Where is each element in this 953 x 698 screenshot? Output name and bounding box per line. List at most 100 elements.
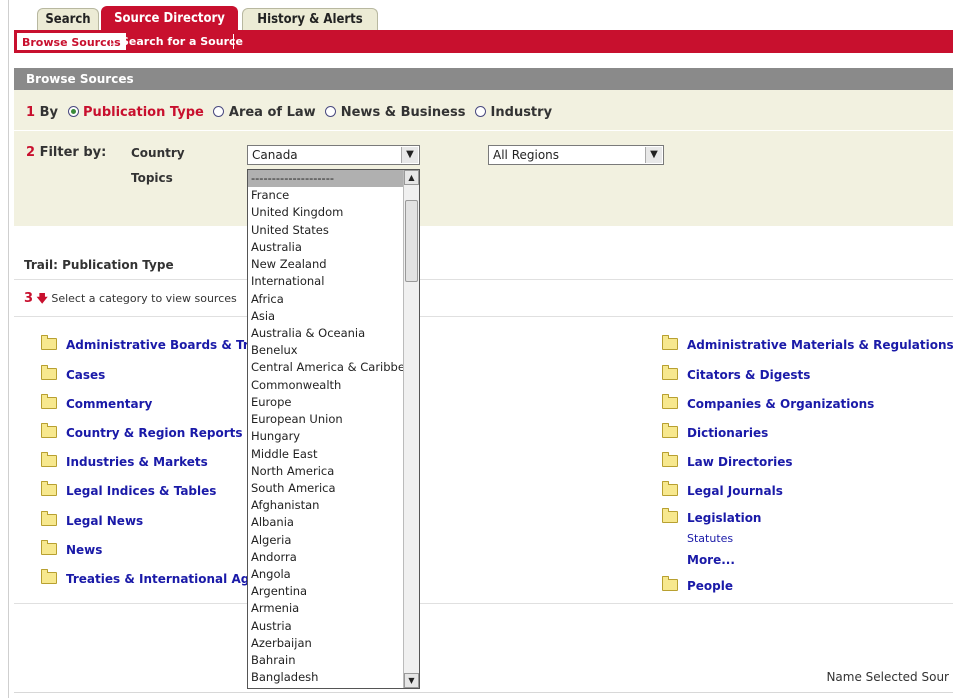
category-label[interactable]: Cases <box>66 368 105 382</box>
folder-icon <box>662 452 678 467</box>
scroll-down-icon[interactable]: ▼ <box>404 673 419 688</box>
country-option[interactable]: International <box>248 273 404 290</box>
country-option[interactable]: New Zealand <box>248 256 404 273</box>
category-link[interactable]: Legal Indices & Tables <box>41 481 216 498</box>
category-label[interactable]: Companies & Organizations <box>687 397 874 411</box>
country-option[interactable]: European Union <box>248 411 404 428</box>
country-option[interactable]: France <box>248 187 404 204</box>
category-label[interactable]: Citators & Digests <box>687 368 810 382</box>
subtab-search-for-source[interactable]: Search for a Source <box>116 32 248 51</box>
category-label[interactable]: Legislation <box>687 511 761 525</box>
country-option[interactable]: North America <box>248 463 404 480</box>
category-link[interactable]: People <box>662 576 733 593</box>
step-number: 3 <box>24 291 34 306</box>
tab-source-directory[interactable]: Source Directory <box>101 6 238 30</box>
country-option[interactable]: Central America & Caribbean <box>248 359 404 376</box>
category-label[interactable]: People <box>687 579 733 593</box>
category-link[interactable]: Legislation <box>662 508 761 525</box>
tab-search[interactable]: Search <box>37 8 99 30</box>
folder-icon <box>662 423 678 438</box>
option-area-of-law[interactable]: Area of Law <box>229 105 316 120</box>
country-option[interactable]: Azerbaijan <box>248 635 404 652</box>
country-select[interactable]: Canada ▼ <box>247 145 420 165</box>
category-label[interactable]: Commentary <box>66 397 152 411</box>
category-link[interactable]: Legal Journals <box>662 481 783 498</box>
option-news-business[interactable]: News & Business <box>341 105 466 120</box>
category-label[interactable]: News <box>66 543 102 557</box>
category-label[interactable]: Legal Indices & Tables <box>66 484 216 498</box>
category-link[interactable]: Administrative Materials & Regulations <box>662 335 953 352</box>
category-link[interactable]: Dictionaries <box>662 423 768 440</box>
country-option[interactable]: Middle East <box>248 446 404 463</box>
country-option[interactable]: Armenia <box>248 600 404 617</box>
category-link[interactable]: Industries & Markets <box>41 452 208 469</box>
category-link[interactable]: Citators & Digests <box>662 365 810 382</box>
country-option[interactable]: Africa <box>248 291 404 308</box>
category-label[interactable]: Dictionaries <box>687 426 768 440</box>
category-link[interactable]: Cases <box>41 365 105 382</box>
country-option[interactable]: Andorra <box>248 549 404 566</box>
category-label[interactable]: Law Directories <box>687 455 793 469</box>
country-dropdown-list[interactable]: -------------------- France United Kingdom… <box>247 169 420 689</box>
more-link[interactable]: More... <box>687 553 735 567</box>
country-option[interactable]: Afghanistan <box>248 497 404 514</box>
country-option[interactable]: Bahrain <box>248 652 404 669</box>
country-option[interactable]: Austria <box>248 618 404 635</box>
category-link[interactable]: Country & Region Reports <box>41 423 243 440</box>
country-option[interactable]: United States <box>248 222 404 239</box>
radio-icon[interactable] <box>325 106 337 117</box>
divider <box>14 279 953 280</box>
category-link[interactable]: Law Directories <box>662 452 793 469</box>
folder-icon <box>662 481 678 496</box>
country-option[interactable]: Australia & Oceania <box>248 325 404 342</box>
country-label: Country <box>131 146 185 160</box>
folder-icon <box>41 569 57 584</box>
country-option[interactable]: Angola <box>248 566 404 583</box>
scrollbar[interactable]: ▲ ▼ <box>403 170 419 688</box>
trail-value: Publication Type <box>62 258 174 272</box>
scrollbar-thumb[interactable] <box>405 200 418 282</box>
radio-icon[interactable] <box>475 106 487 117</box>
country-option[interactable]: -------------------- <box>248 170 404 188</box>
topics-label: Topics <box>131 171 173 185</box>
category-link[interactable]: Legal News <box>41 511 143 528</box>
category-link[interactable]: Companies & Organizations <box>662 394 874 411</box>
by-label: By <box>39 105 58 120</box>
category-link[interactable]: Commentary <box>41 394 152 411</box>
country-option[interactable]: Benelux <box>248 342 404 359</box>
category-link[interactable]: News <box>41 540 102 557</box>
radio-selected-icon[interactable] <box>67 106 79 117</box>
country-option[interactable]: Algeria <box>248 532 404 549</box>
country-option[interactable]: South America <box>248 480 404 497</box>
country-option[interactable]: Australia <box>248 239 404 256</box>
category-label[interactable]: Country & Region Reports <box>66 426 243 440</box>
folder-icon <box>41 335 57 350</box>
category-label[interactable]: Legal News <box>66 514 143 528</box>
region-select[interactable]: All Regions ▼ <box>488 145 664 165</box>
chevron-down-icon[interactable]: ▼ <box>645 147 662 163</box>
folder-icon <box>662 576 678 591</box>
scroll-up-icon[interactable]: ▲ <box>404 170 419 185</box>
category-label[interactable]: Administrative Materials & Regulations <box>687 338 953 352</box>
option-industry[interactable]: Industry <box>491 105 553 120</box>
country-option[interactable]: Commonwealth <box>248 377 404 394</box>
chevron-down-icon[interactable]: ▼ <box>401 147 418 163</box>
country-option[interactable]: Bangladesh <box>248 669 404 686</box>
country-option[interactable]: Hungary <box>248 428 404 445</box>
trail-label: Trail: <box>24 258 58 272</box>
country-option[interactable]: United Kingdom <box>248 204 404 221</box>
option-publication-type[interactable]: Publication Type <box>83 105 204 120</box>
tab-label: History & Alerts <box>257 12 363 27</box>
country-option[interactable]: Albania <box>248 514 404 531</box>
country-option[interactable]: Europe <box>248 394 404 411</box>
folder-icon <box>41 540 57 555</box>
statutes-link[interactable]: Statutes <box>687 532 733 545</box>
category-label[interactable]: Industries & Markets <box>66 455 208 469</box>
country-option[interactable]: Argentina <box>248 583 404 600</box>
tab-history-alerts[interactable]: History & Alerts <box>242 8 378 30</box>
divider <box>14 603 953 604</box>
folder-icon <box>662 365 678 380</box>
country-option[interactable]: Asia <box>248 308 404 325</box>
category-label[interactable]: Legal Journals <box>687 484 783 498</box>
radio-icon[interactable] <box>213 106 225 117</box>
